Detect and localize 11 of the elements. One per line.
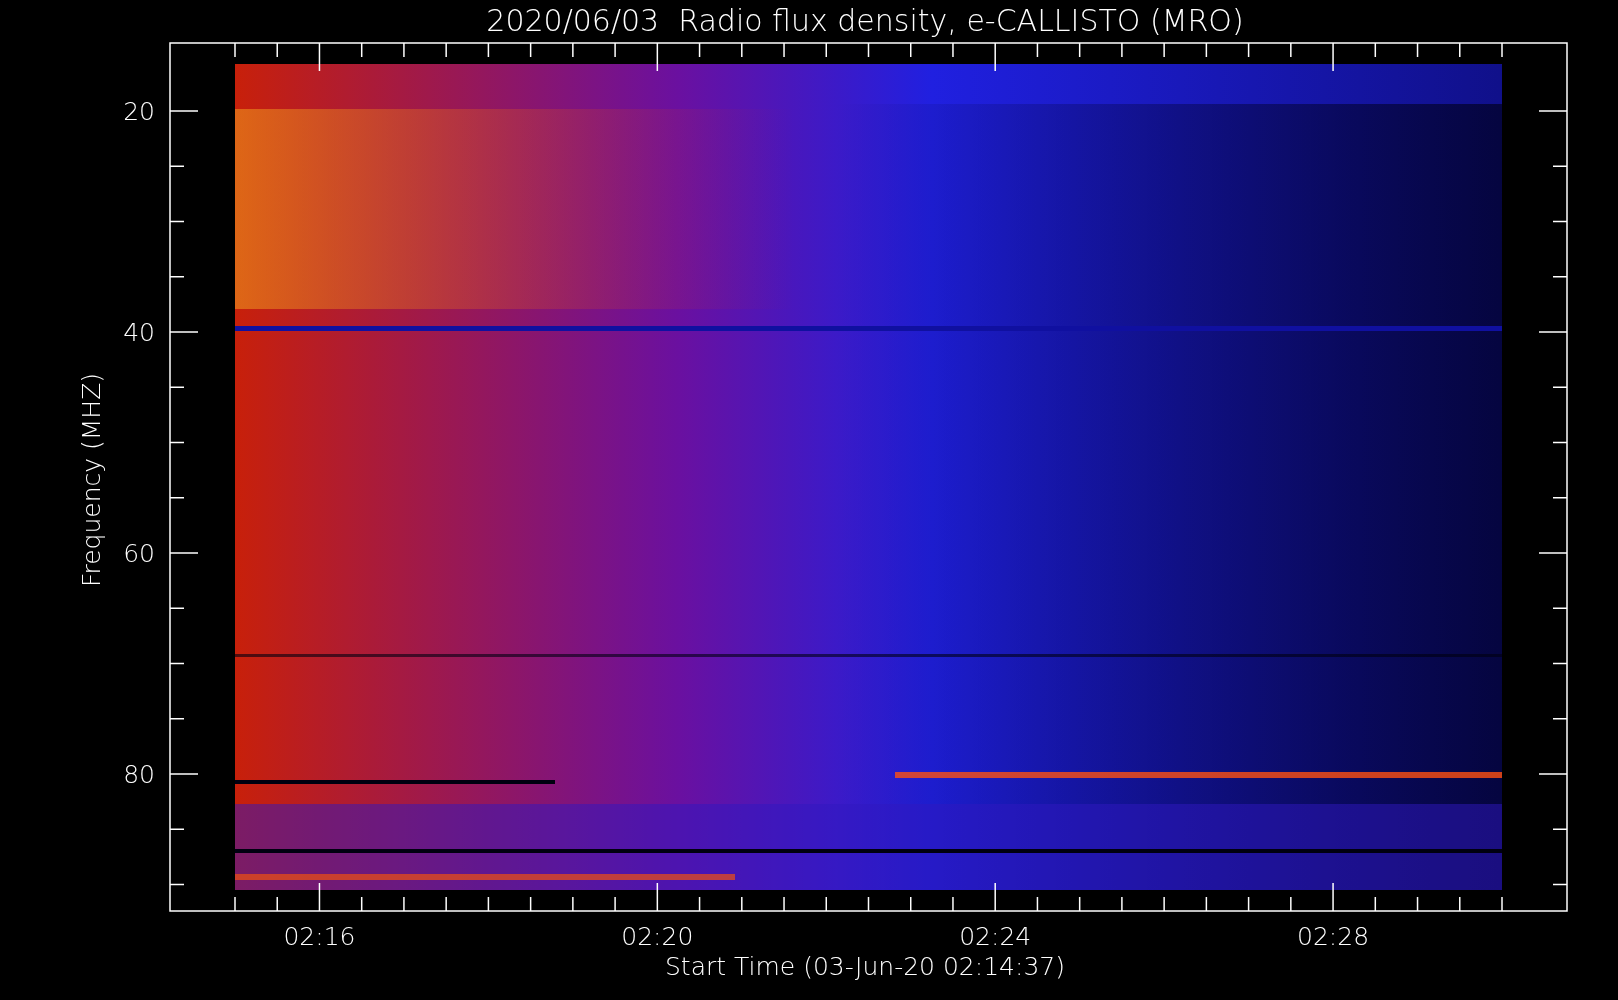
chart-title: 2020/06/03 Radio flux density, e-CALLISTO (MRO) <box>486 3 1244 38</box>
tick-label: 02:28 <box>1297 922 1370 951</box>
tick-label: 20 <box>123 97 155 126</box>
tick-label: 02:24 <box>959 922 1032 951</box>
axis-title: Start Time (03-Jun-20 02:14:37) <box>665 952 1065 981</box>
tick-label: 40 <box>123 318 155 347</box>
tick-label: 02:16 <box>283 922 356 951</box>
tick-label: 80 <box>123 760 155 789</box>
axis-title: Frequency (MHZ) <box>77 372 106 588</box>
tick-label: 60 <box>123 539 155 568</box>
tick-label: 02:20 <box>621 922 694 951</box>
